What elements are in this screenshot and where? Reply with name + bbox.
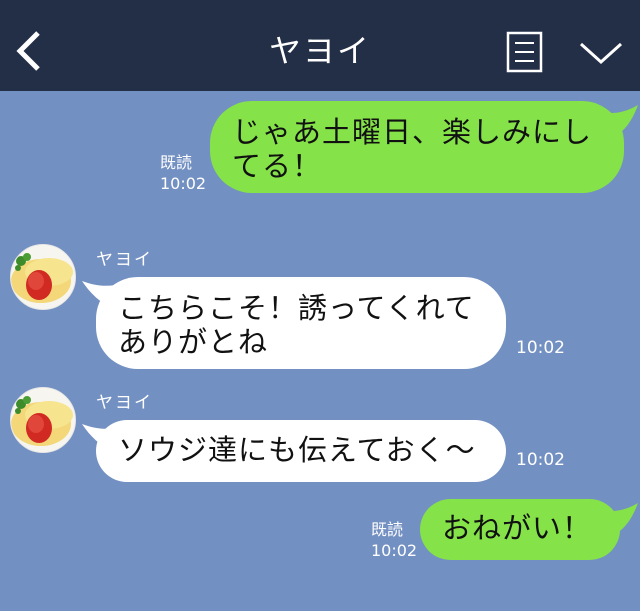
read-receipt: 既読 10:02 [371,519,417,561]
chevron-down-icon [579,42,623,65]
omelette-rice-avatar [11,245,75,309]
message-line: じゃあ土曜日、楽しみにし [232,115,593,149]
read-label: 既読 [160,153,193,172]
read-receipt: 既読 10:02 [160,152,206,194]
message-bubble-outgoing[interactable]: おねがい！ [420,499,620,560]
message-time: 10:02 [516,338,565,358]
note-button[interactable] [506,31,544,73]
message-time: 10:02 [160,174,207,193]
chat-header: ヤヨイ [0,0,640,91]
message-bubble-outgoing[interactable]: じゃあ土曜日、楽しみにし てる！ [210,101,624,193]
message-line: てる！ [232,149,323,183]
message-line: こちらこそ！誘ってくれて [118,291,475,325]
omelette-rice-avatar [11,388,75,452]
menu-toggle-button[interactable] [578,36,624,70]
message-bubble-incoming[interactable]: ソウジ達にも伝えておく〜 [96,420,506,482]
message-bubble-incoming[interactable]: こちらこそ！誘ってくれて ありがとね [96,277,506,369]
message-line: ありがとね [118,325,269,359]
message-time: 10:02 [371,541,418,560]
contact-avatar[interactable] [10,387,76,453]
message-line: おねがい！ [442,511,593,545]
message-list[interactable]: 既読 10:02 じゃあ土曜日、楽しみにし てる！ ヤヨイ こちらこそ！誘ってく… [0,91,640,611]
note-icon [506,31,543,73]
chat-title: ヤヨイ [268,32,371,70]
contact-avatar[interactable] [10,244,76,310]
message-time: 10:02 [516,450,565,470]
sender-name: ヤヨイ [96,250,153,270]
sender-name: ヤヨイ [96,393,153,413]
message-line: ソウジ達にも伝えておく〜 [118,433,476,467]
read-label: 既読 [371,520,404,539]
